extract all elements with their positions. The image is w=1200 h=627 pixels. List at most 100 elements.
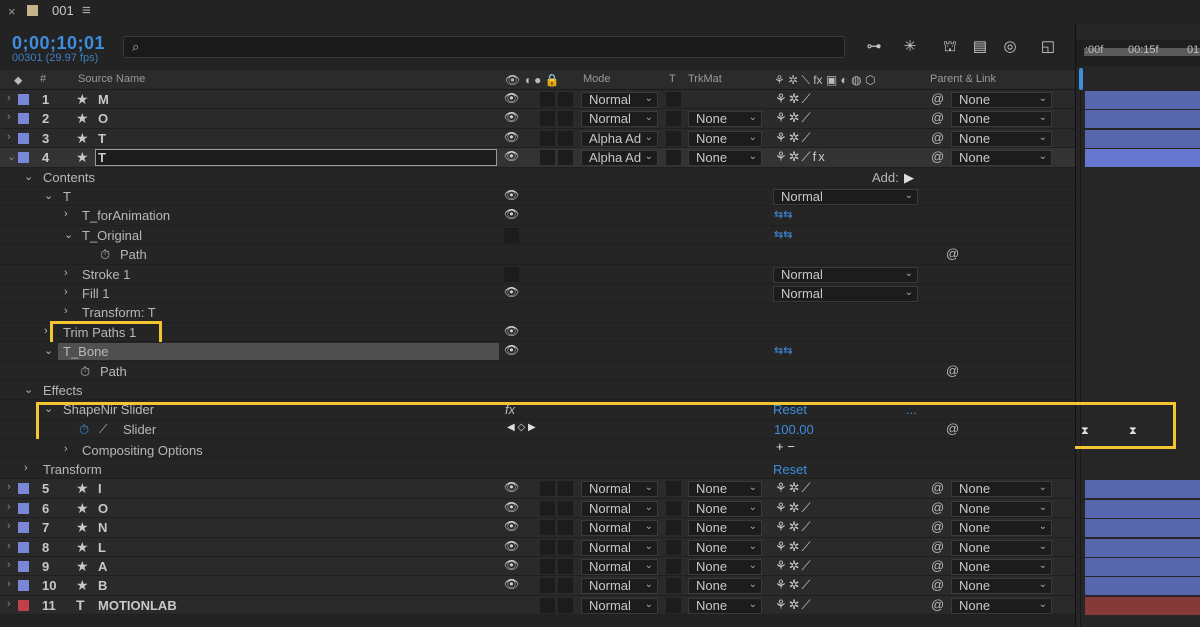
visibility-eye-icon[interactable]: 👁 — [504, 500, 519, 514]
expand-chevron-icon[interactable]: › — [24, 462, 28, 474]
mode-dropdown[interactable]: Normal ⌄ — [581, 111, 658, 128]
expand-chevron-icon[interactable]: › — [64, 443, 68, 455]
layer-label-color[interactable] — [18, 561, 29, 572]
layer-switches[interactable]: ⚘✲⟋ — [775, 539, 813, 555]
pick-whip-icon[interactable]: @ — [946, 246, 959, 261]
lock-switch[interactable] — [558, 578, 573, 594]
layer-bar-7[interactable] — [1085, 519, 1200, 538]
layer-row-11[interactable]: › 11 T MOTIONLAB Normal ⌄ None ⌄ ⚘✲⟋ @ None ⌄ — [0, 595, 1075, 616]
layer-name[interactable]: O — [98, 111, 108, 126]
t-original-label[interactable]: T_Original — [82, 228, 142, 243]
preserve-transparency-switch[interactable] — [666, 539, 681, 555]
mode-dropdown[interactable]: Normal ⌄ — [581, 520, 658, 537]
layer-row-10[interactable]: › 10 ★ B 👁 Normal ⌄ None ⌄ ⚘✲⟋ @ None ⌄ — [0, 576, 1075, 596]
path-direction-icon[interactable]: ⇆⇆ — [774, 344, 792, 357]
mode-dropdown[interactable]: Normal ⌄ — [581, 500, 658, 517]
frame-blending-icon[interactable]: ▤ — [968, 36, 992, 58]
solo-switch[interactable] — [540, 578, 555, 594]
layer-bar-2[interactable] — [1085, 110, 1200, 129]
expand-chevron-icon[interactable]: › — [7, 131, 11, 143]
layer-bar-8[interactable] — [1085, 538, 1200, 557]
solo-switch[interactable] — [540, 559, 555, 574]
trkmat-dropdown[interactable]: None ⌄ — [688, 481, 762, 498]
lock-switch[interactable] — [558, 111, 573, 127]
parent-dropdown[interactable]: None ⌄ — [951, 578, 1052, 595]
layer-label-color[interactable] — [18, 483, 29, 495]
trkmat-dropdown[interactable]: None ⌄ — [688, 150, 762, 167]
t-foranimation-label[interactable]: T_forAnimation — [82, 208, 170, 223]
layer-bar-4[interactable] — [1085, 149, 1200, 168]
lock-switch[interactable] — [558, 559, 573, 574]
expand-chevron-icon[interactable]: › — [64, 267, 68, 279]
keyframe-2-icon[interactable]: ⧗ — [1129, 425, 1137, 438]
layer-name[interactable]: T — [98, 131, 106, 146]
lock-switch[interactable] — [558, 520, 573, 536]
expand-chevron-icon[interactable]: › — [7, 559, 11, 571]
collapse-chevron-icon[interactable]: ⌄ — [24, 170, 33, 183]
layer-switches[interactable]: ⚘✲⟋fx — [775, 149, 827, 165]
pick-whip-icon[interactable]: @ — [931, 558, 944, 573]
layer-bar-3[interactable] — [1085, 129, 1200, 148]
prop-t-foranimation[interactable]: › T_forAnimation 👁 ⇆⇆ — [0, 206, 1075, 226]
mode-dropdown[interactable]: Normal ⌄ — [581, 597, 658, 614]
solo-switch[interactable] — [540, 500, 555, 516]
layer-name[interactable]: A — [98, 559, 107, 574]
layer-bar-5[interactable] — [1085, 480, 1200, 499]
layer-name-edit-field[interactable] — [95, 149, 497, 167]
panel-menu-icon[interactable]: ≡ — [82, 2, 91, 19]
expand-chevron-icon[interactable]: › — [64, 305, 68, 317]
contents-label[interactable]: Contents — [43, 170, 95, 185]
trkmat-dropdown[interactable]: None ⌄ — [688, 500, 762, 517]
visibility-eye-icon[interactable]: 👁 — [504, 91, 519, 105]
visibility-eye-icon[interactable]: 👁 — [504, 539, 519, 553]
trkmat-dropdown[interactable]: None ⌄ — [688, 539, 762, 556]
expand-chevron-icon[interactable]: › — [7, 540, 11, 552]
close-tab-icon[interactable]: × — [8, 4, 16, 19]
pick-whip-icon[interactable]: @ — [931, 597, 944, 612]
layer-row-6[interactable]: › 6 ★ O 👁 Normal ⌄ None ⌄ ⚘✲⟋ @ None ⌄ — [0, 498, 1075, 519]
expand-chevron-icon[interactable]: › — [7, 481, 11, 493]
layer-bar-6[interactable] — [1085, 499, 1200, 518]
layer-search-input[interactable]: ⌕ — [123, 36, 845, 58]
layer-label-color[interactable] — [18, 94, 29, 105]
layer-label-color[interactable] — [18, 113, 29, 125]
trkmat-dropdown[interactable]: None ⌄ — [688, 559, 762, 575]
prop-compositing-options[interactable]: › Compositing Options + − — [0, 439, 1075, 458]
expand-chevron-icon[interactable]: › — [7, 598, 11, 610]
label-column-icon[interactable]: ⬥ — [14, 73, 22, 88]
layer-bar-1[interactable] — [1085, 91, 1200, 109]
transform-t-label[interactable]: Transform: T — [82, 305, 156, 320]
layer-switches[interactable]: ⚘✲⟋ — [775, 500, 813, 516]
col-trkmat[interactable]: TrkMat — [688, 73, 722, 85]
prop-transform[interactable]: › Transform Reset — [0, 460, 1075, 480]
lock-switch[interactable] — [558, 150, 573, 166]
expand-chevron-icon[interactable]: › — [7, 92, 11, 104]
layer-name[interactable]: B — [98, 578, 107, 593]
layer-label-color[interactable] — [18, 132, 29, 144]
preserve-transparency-switch[interactable] — [666, 92, 681, 107]
comp-tab-name[interactable]: 001 — [52, 3, 74, 18]
mode-dropdown[interactable]: Alpha Ad ⌄ — [581, 150, 658, 167]
transform-label[interactable]: Transform — [43, 462, 102, 477]
parent-dropdown[interactable]: None ⌄ — [951, 559, 1052, 575]
layer-name[interactable]: L — [98, 540, 106, 555]
layer-label-color[interactable] — [18, 599, 29, 611]
trkmat-dropdown[interactable]: None ⌄ — [688, 111, 762, 128]
preserve-transparency-switch[interactable] — [666, 597, 681, 613]
layer-row-7[interactable]: › 7 ★ N 👁 Normal ⌄ None ⌄ ⚘✲⟋ @ None ⌄ — [0, 518, 1075, 538]
col-source-name[interactable]: Source Name — [78, 73, 145, 85]
parent-dropdown[interactable]: None ⌄ — [951, 150, 1052, 167]
lock-switch[interactable] — [558, 539, 573, 555]
layer-row-2[interactable]: › 2 ★ O 👁 Normal ⌄ None ⌄ ⚘✲⟋ @ None ⌄ — [0, 109, 1075, 129]
graph-editor-icon[interactable]: ◱ — [1036, 36, 1060, 58]
collapse-chevron-icon[interactable]: ⌄ — [64, 228, 73, 241]
preserve-transparency-switch[interactable] — [666, 130, 681, 146]
layer-name[interactable]: N — [98, 520, 107, 535]
preserve-transparency-switch[interactable] — [666, 500, 681, 516]
lock-switch[interactable] — [558, 481, 573, 497]
col-mode[interactable]: Mode — [583, 73, 611, 85]
layer-name[interactable]: M — [98, 92, 109, 107]
collapse-chevron-icon[interactable]: ⌄ — [44, 344, 53, 357]
visibility-eye-icon[interactable]: 👁 — [504, 577, 519, 591]
preserve-transparency-switch[interactable] — [666, 150, 681, 166]
